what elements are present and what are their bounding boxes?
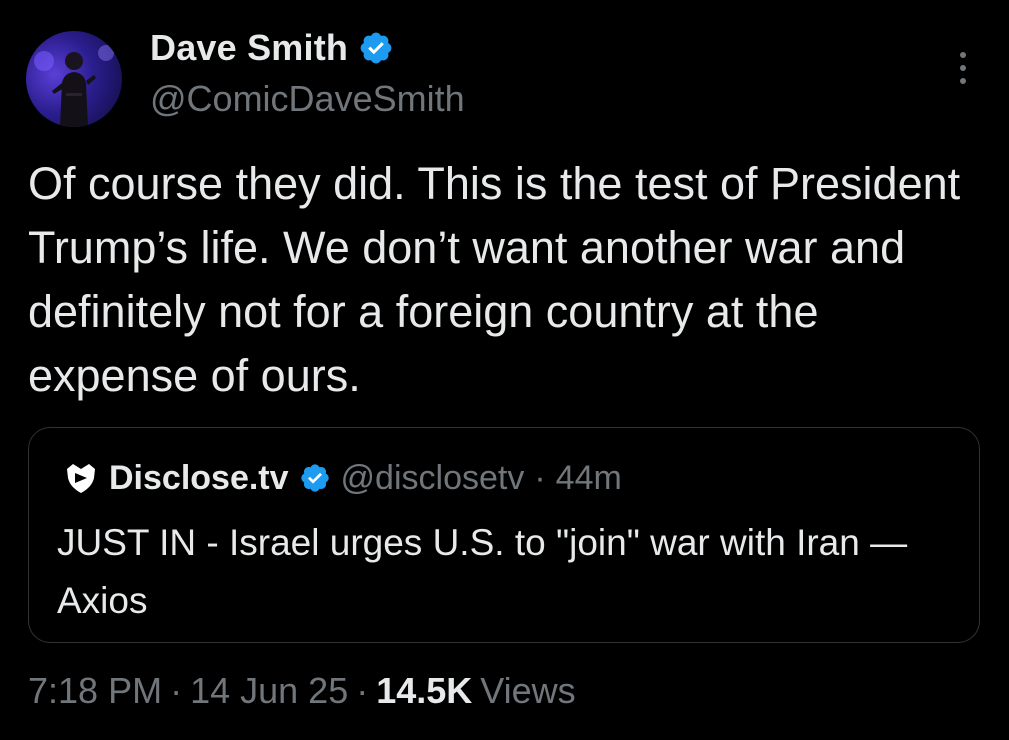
meta-separator: · — [170, 670, 183, 711]
quoted-timestamp: 44m — [555, 458, 622, 497]
avatar[interactable] — [26, 31, 122, 127]
author-handle[interactable]: @ComicDaveSmith — [150, 78, 465, 120]
quoted-tweet-text: JUST IN - Israel urges U.S. to "join" wa… — [57, 522, 908, 621]
views-label: Views — [480, 670, 576, 711]
disclosetv-logo-icon — [63, 460, 99, 496]
meta-separator: · — [356, 670, 369, 711]
more-dot — [960, 65, 966, 71]
author-display-name[interactable]: Dave Smith — [150, 27, 348, 69]
more-dot — [960, 78, 966, 84]
quoted-display-name: Disclose.tv — [109, 458, 289, 497]
tweet-date[interactable]: 14 Jun 25 — [190, 670, 348, 712]
more-options-icon[interactable] — [948, 50, 978, 86]
tweet-meta: 7:18 PM · 14 Jun 25 · 14.5K Views — [28, 666, 576, 716]
quoted-tweet-card[interactable]: Disclose.tv @disclosetv · 44m JUST IN - … — [28, 427, 980, 643]
verified-badge-icon[interactable] — [358, 30, 394, 66]
quoted-tweet-header: Disclose.tv @disclosetv · 44m — [63, 456, 622, 500]
tweet-time[interactable]: 7:18 PM — [28, 670, 162, 712]
avatar-image — [34, 45, 114, 127]
verified-badge-icon — [299, 462, 331, 494]
tweet[interactable]: Dave Smith @ComicDaveSmith Of course the… — [0, 0, 1009, 740]
quoted-separator: · — [534, 458, 546, 497]
tweet-text: Of course they did. This is the test of … — [28, 158, 961, 401]
more-dot — [960, 52, 966, 58]
quoted-handle: @disclosetv — [340, 458, 525, 497]
views-count[interactable]: 14.5K — [376, 670, 472, 712]
author-name-row[interactable]: Dave Smith — [150, 26, 394, 70]
